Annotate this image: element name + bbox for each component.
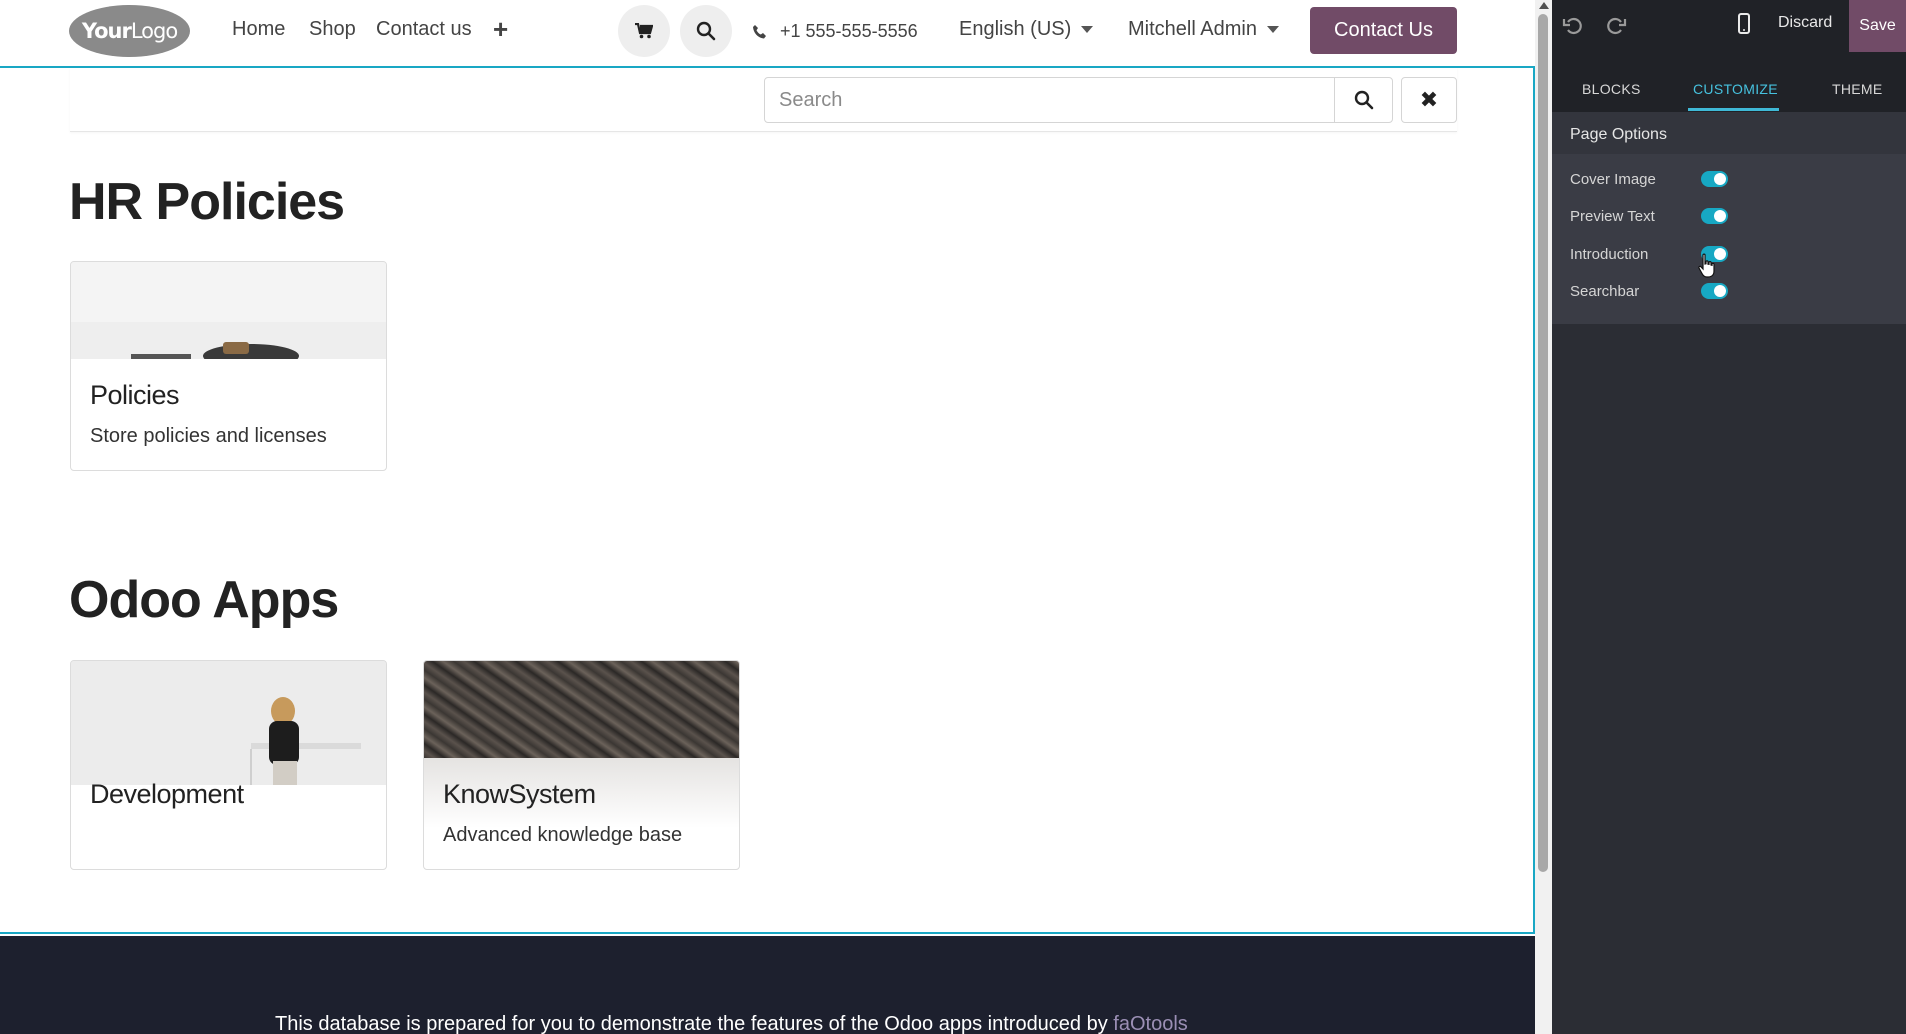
mobile-preview-icon[interactable] bbox=[1734, 12, 1754, 36]
card-cover-image bbox=[71, 661, 386, 785]
footer-text: This database is prepared for you to dem… bbox=[275, 1013, 1188, 1034]
cover-image-toggle[interactable] bbox=[1701, 171, 1728, 187]
editor-tabs: BLOCKS CUSTOMIZE THEME bbox=[1552, 52, 1906, 112]
user-menu[interactable]: Mitchell Admin bbox=[1128, 18, 1279, 41]
clear-search-button[interactable]: ✖ bbox=[1401, 77, 1457, 123]
page-options-panel: Page Options Cover Image Preview Text In… bbox=[1552, 112, 1906, 324]
tab-blocks[interactable]: BLOCKS bbox=[1582, 81, 1641, 97]
search-submit-button[interactable] bbox=[1334, 77, 1393, 123]
card-title: Development bbox=[90, 779, 244, 809]
option-searchbar: Searchbar bbox=[1552, 275, 1906, 307]
language-selector[interactable]: English (US) bbox=[959, 18, 1094, 41]
site-logo[interactable]: YourLogo bbox=[69, 5, 190, 57]
phone-number: +1 555-555-5556 bbox=[780, 21, 918, 41]
card-knowsystem[interactable]: KnowSystem Advanced knowledge base bbox=[423, 660, 740, 870]
editor-toolbar: Discard Save bbox=[1552, 0, 1906, 52]
option-introduction: Introduction bbox=[1552, 238, 1906, 270]
card-policies[interactable]: Policies Store policies and licenses bbox=[70, 261, 387, 471]
searchbar-toggle[interactable] bbox=[1701, 283, 1728, 299]
website-preview: YourLogo Home Shop Contact us + +1 555-5 bbox=[0, 0, 1535, 1034]
active-tab-indicator bbox=[1688, 108, 1779, 111]
card-description: Advanced knowledge base bbox=[443, 824, 683, 846]
card-title: KnowSystem bbox=[443, 779, 596, 809]
option-label: Preview Text bbox=[1570, 208, 1655, 225]
option-label: Cover Image bbox=[1570, 171, 1656, 188]
shopping-cart-icon bbox=[635, 23, 653, 39]
close-icon: ✖ bbox=[1419, 87, 1439, 112]
footer-link[interactable]: faOtools bbox=[1113, 1013, 1187, 1034]
card-title: Policies bbox=[90, 380, 180, 410]
card-development[interactable]: Development bbox=[70, 660, 387, 870]
caret-down-icon bbox=[1266, 26, 1279, 33]
logo-text: YourLogo bbox=[81, 19, 178, 43]
scrollbar-thumb[interactable] bbox=[1538, 14, 1548, 872]
card-description: Store policies and licenses bbox=[90, 425, 327, 447]
section-title-odoo-apps: Odoo Apps bbox=[69, 571, 339, 629]
editor-sidebar: Discard Save BLOCKS CUSTOMIZE THEME Page… bbox=[1552, 0, 1906, 1034]
option-label: Searchbar bbox=[1570, 283, 1640, 300]
user-name: Mitchell Admin bbox=[1128, 18, 1257, 40]
page-options-header: Page Options bbox=[1552, 112, 1906, 154]
contact-us-button[interactable]: Contact Us bbox=[1310, 7, 1457, 54]
option-label: Introduction bbox=[1570, 246, 1649, 263]
option-preview-text: Preview Text bbox=[1552, 200, 1906, 232]
language-label: English (US) bbox=[959, 18, 1072, 40]
nav-link-home[interactable]: Home bbox=[232, 18, 285, 41]
search-icon bbox=[696, 21, 716, 41]
page-scrollbar[interactable] bbox=[1535, 0, 1552, 1034]
card-cover-image bbox=[424, 661, 739, 758]
search-icon bbox=[1354, 90, 1373, 110]
preview-text-toggle[interactable] bbox=[1701, 208, 1728, 224]
tab-theme[interactable]: THEME bbox=[1832, 81, 1883, 97]
cart-button[interactable] bbox=[618, 5, 670, 57]
caret-down-icon bbox=[1081, 26, 1094, 33]
top-navbar: YourLogo Home Shop Contact us + +1 555-5 bbox=[0, 0, 1535, 66]
phone-icon bbox=[753, 24, 766, 38]
card-cover-image bbox=[71, 262, 386, 359]
nav-link-shop[interactable]: Shop bbox=[309, 18, 356, 41]
site-footer: This database is prepared for you to dem… bbox=[0, 936, 1535, 1034]
option-cover-image: Cover Image bbox=[1552, 163, 1906, 195]
add-menu-item-plus-icon[interactable]: + bbox=[493, 14, 508, 45]
scroll-up-arrow-icon[interactable] bbox=[1539, 2, 1549, 9]
undo-icon[interactable] bbox=[1562, 14, 1584, 36]
phone-contact[interactable]: +1 555-555-5556 bbox=[752, 21, 918, 42]
page-options-title: Page Options bbox=[1570, 126, 1667, 143]
redo-icon[interactable] bbox=[1605, 14, 1627, 36]
search-input[interactable] bbox=[764, 77, 1335, 123]
save-button[interactable]: Save bbox=[1849, 0, 1906, 52]
nav-link-contact[interactable]: Contact us bbox=[376, 18, 472, 41]
header-search-button[interactable] bbox=[680, 5, 732, 57]
tab-customize[interactable]: CUSTOMIZE bbox=[1693, 81, 1778, 97]
discard-button[interactable]: Discard bbox=[1778, 14, 1832, 32]
searchbar-row: ✖ bbox=[70, 68, 1457, 132]
section-title-hr-policies: HR Policies bbox=[69, 173, 345, 231]
introduction-toggle[interactable] bbox=[1701, 246, 1728, 262]
